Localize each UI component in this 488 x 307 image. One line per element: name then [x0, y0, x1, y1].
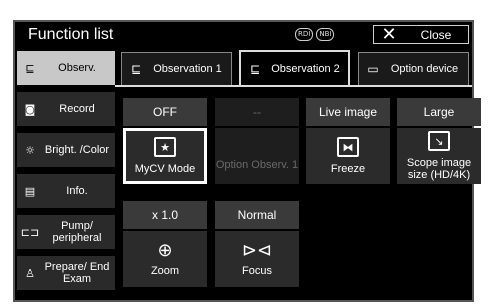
scope-size-value: Large — [397, 98, 481, 126]
zoom-value: x 1.0 — [123, 201, 207, 229]
sidebar-item-label: Prepare/ End Exam — [44, 261, 110, 285]
window-title: Function list — [28, 26, 114, 43]
pump-icon: ⊏⊐ — [20, 225, 40, 239]
tab-option-device[interactable]: ▭ Option device — [358, 52, 469, 85]
zoom-icon: ⊕ — [157, 240, 173, 261]
tab-underline — [115, 85, 472, 87]
mycv-mode-value: OFF — [123, 98, 207, 126]
option-device-icon: ▭ — [367, 62, 379, 76]
sidebar-item-label: Bright. /Color — [44, 144, 110, 156]
sidebar-item-pump-peripheral[interactable]: ⊏⊐ Pump/ peripheral — [17, 215, 115, 249]
zoom-label: Zoom — [150, 265, 180, 277]
tab-label: Observation 2 — [271, 62, 340, 75]
option-observ-label: Option Observ. 1 — [215, 159, 299, 171]
prepare-icon: ♙ — [25, 266, 35, 280]
sidebar-item-label: Pump/ peripheral — [52, 220, 102, 244]
close-button[interactable]: ✕ Close — [373, 25, 469, 44]
sidebar-item-observ[interactable]: ⊑ Observ. — [17, 51, 115, 85]
brightness-icon: ☼ — [25, 143, 35, 157]
tab-label: Option device — [390, 63, 459, 75]
tab-observation-1[interactable]: ⊑ Observation 1 — [121, 52, 232, 85]
nbi-badge: NBI — [316, 28, 335, 41]
zoom-button[interactable]: ⊕ Zoom — [123, 231, 207, 287]
mode-badges: RDI NBI — [295, 28, 335, 41]
record-icon: ◙ — [24, 102, 36, 116]
scope-size-icon: ↘ — [428, 131, 450, 151]
tab-observation-2[interactable]: ⊑ Observation 2 — [239, 50, 350, 85]
focus-button[interactable]: ⊳⊲ Focus — [215, 231, 299, 287]
tab-label: Observation 1 — [153, 63, 222, 75]
freeze-icon: ⧓ — [337, 137, 359, 157]
sidebar-item-label: Record — [59, 103, 95, 115]
rdi-badge: RDI — [295, 28, 314, 41]
close-icon: ✕ — [381, 23, 397, 45]
observation-icon: ⊑ — [25, 61, 35, 75]
observation-icon: ⊑ — [130, 62, 142, 76]
mycv-mode-label: MyCV Mode — [134, 163, 196, 175]
focus-label: Focus — [242, 265, 272, 277]
option-observ-value: -- — [215, 98, 299, 126]
sidebar-item-record[interactable]: ◙ Record — [17, 92, 115, 126]
freeze-value: Live image — [306, 98, 390, 126]
sidebar-item-label: Info. — [66, 185, 88, 197]
sidebar-item-bright-color[interactable]: ☼ Bright. /Color — [17, 133, 115, 167]
header-bar: Function list RDI NBI ✕ Close — [17, 23, 472, 46]
freeze-label: Freeze — [330, 163, 366, 175]
info-icon: ▤ — [24, 184, 36, 198]
option-observ-button: Option Observ. 1 — [215, 128, 299, 184]
close-label: Close — [420, 27, 452, 42]
mycv-mode-button[interactable]: ★ MyCV Mode — [123, 128, 207, 184]
focus-value: Normal — [215, 201, 299, 229]
sidebar-item-prepare-end-exam[interactable]: ♙ Prepare/ End Exam — [17, 256, 115, 290]
observation-icon: ⊑ — [249, 61, 261, 76]
sidebar-item-label: Observ. — [58, 62, 96, 74]
mycv-icon: ★ — [154, 137, 176, 157]
function-list-window: Function list RDI NBI ✕ Close ⊑ Observ. … — [13, 20, 481, 302]
freeze-button[interactable]: ⧓ Freeze — [306, 128, 390, 184]
sidebar-item-info[interactable]: ▤ Info. — [17, 174, 115, 208]
scope-image-size-button[interactable]: ↘ Scope image size (HD/4K) — [397, 128, 481, 184]
scope-image-size-label: Scope image size (HD/4K) — [406, 157, 472, 181]
focus-icon: ⊳⊲ — [241, 240, 273, 261]
